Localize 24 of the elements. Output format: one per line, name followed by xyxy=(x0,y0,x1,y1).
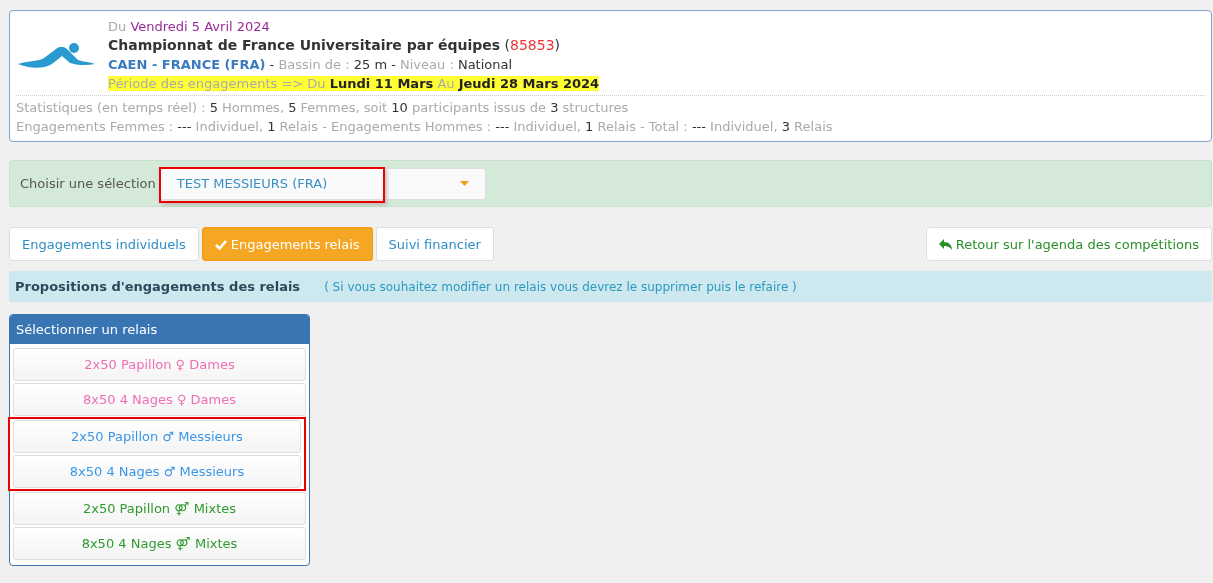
check-icon xyxy=(214,238,227,250)
relay-option[interactable]: 8x50 4 Nages ♂ Messieurs xyxy=(13,455,301,488)
relay-option[interactable]: 8x50 4 Nages ♀ Dames xyxy=(13,383,306,416)
tab[interactable]: Suivi financier xyxy=(375,227,494,261)
back-button[interactable]: Retour sur l'agenda des compétitions xyxy=(925,227,1212,261)
info-title: Propositions d'engagements des relais xyxy=(15,279,301,294)
event-title: Championnat de France Universitaire par équipes (85853) xyxy=(108,36,562,55)
tab[interactable]: Engagements individuels xyxy=(9,227,199,261)
selection-dropdown[interactable]: TEST MESSIEURS (FRA) xyxy=(159,167,486,200)
statistics-text: Statistiques (en temps réel) : 5 Hommes, 5 Femmes, soit 10 participants issus de 3 structures xyxy=(16,99,630,117)
relay-option[interactable]: 8x50 4 Nages ⚤ Mixtes xyxy=(13,527,306,560)
relay-option[interactable]: 2x50 Papillon ♂ Messieurs xyxy=(13,420,301,453)
selection-label: Choisir une sélection xyxy=(20,176,156,191)
relay-option[interactable]: 2x50 Papillon ♀ Dames xyxy=(13,348,306,381)
event-date: Du Vendredi 5 Avril 2024 xyxy=(108,18,271,36)
info-note: ( Si vous souhaitez modifier un relais vous devrez le supprimer puis le refaire ) xyxy=(324,279,797,294)
caret-icon xyxy=(459,181,469,186)
registration-period: Période des engagements => Du Lundi 11 Mars Au Jeudi 28 Mars 2024 xyxy=(108,76,600,91)
statistics-text: Engagements Femmes : --- Individuel, 1 Relais - Engagements Hommes : --- Individuel, 1 Relais - Total : --- Individuel, 3 Relais xyxy=(16,118,834,136)
tab[interactable]: Engagements relais xyxy=(201,227,373,261)
event-location: CAEN - FRANCE (FRA) - Bassin de : 25 m - Niveau : National xyxy=(108,56,514,74)
panel-header: Sélectionner un relais xyxy=(10,315,309,344)
reply-arrow-icon xyxy=(938,238,952,250)
relay-option[interactable]: 2x50 Papillon ⚤ Mixtes xyxy=(13,492,306,525)
